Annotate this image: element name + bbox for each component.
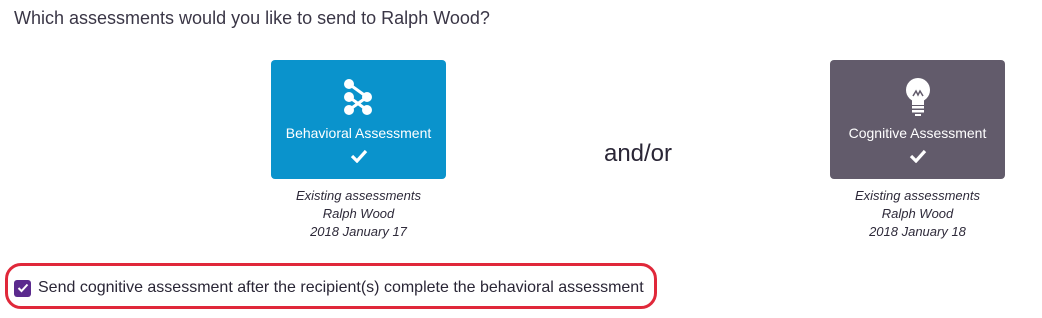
existing-assessments-title: Existing assessments [855,188,980,203]
recipient-name: Ralph Wood [881,206,954,221]
recipient-name: Ralph Wood [322,206,395,221]
assessment-date: 2018 January 17 [310,224,407,239]
checkmark-icon [350,149,368,165]
assessment-date: 2018 January 18 [869,224,966,239]
behavioral-existing-info: Existing assessments Ralph Wood 2018 Jan… [271,187,446,241]
cognitive-existing-info: Existing assessments Ralph Wood 2018 Jan… [830,187,1005,241]
behavioral-assessment-label: Behavioral Assessment [285,125,432,141]
cognitive-assessment-card[interactable]: Cognitive Assessment [830,60,1005,179]
send-cognitive-label: Send cognitive assessment after the reci… [38,279,644,296]
send-cognitive-checkbox[interactable] [14,279,31,297]
cognitive-assessment-label: Cognitive Assessment [848,125,987,141]
and-or-connector: and/or [603,140,673,167]
send-cognitive-after-option[interactable]: Send cognitive assessment after the reci… [14,279,644,297]
behavioral-assessment-card[interactable]: Behavioral Assessment [271,60,446,179]
page-question: Which assessments would you like to send… [14,8,490,28]
existing-assessments-title: Existing assessments [296,188,421,203]
checkmark-icon [909,149,927,165]
share-nodes-icon [337,75,381,119]
lightbulb-icon [896,75,940,119]
